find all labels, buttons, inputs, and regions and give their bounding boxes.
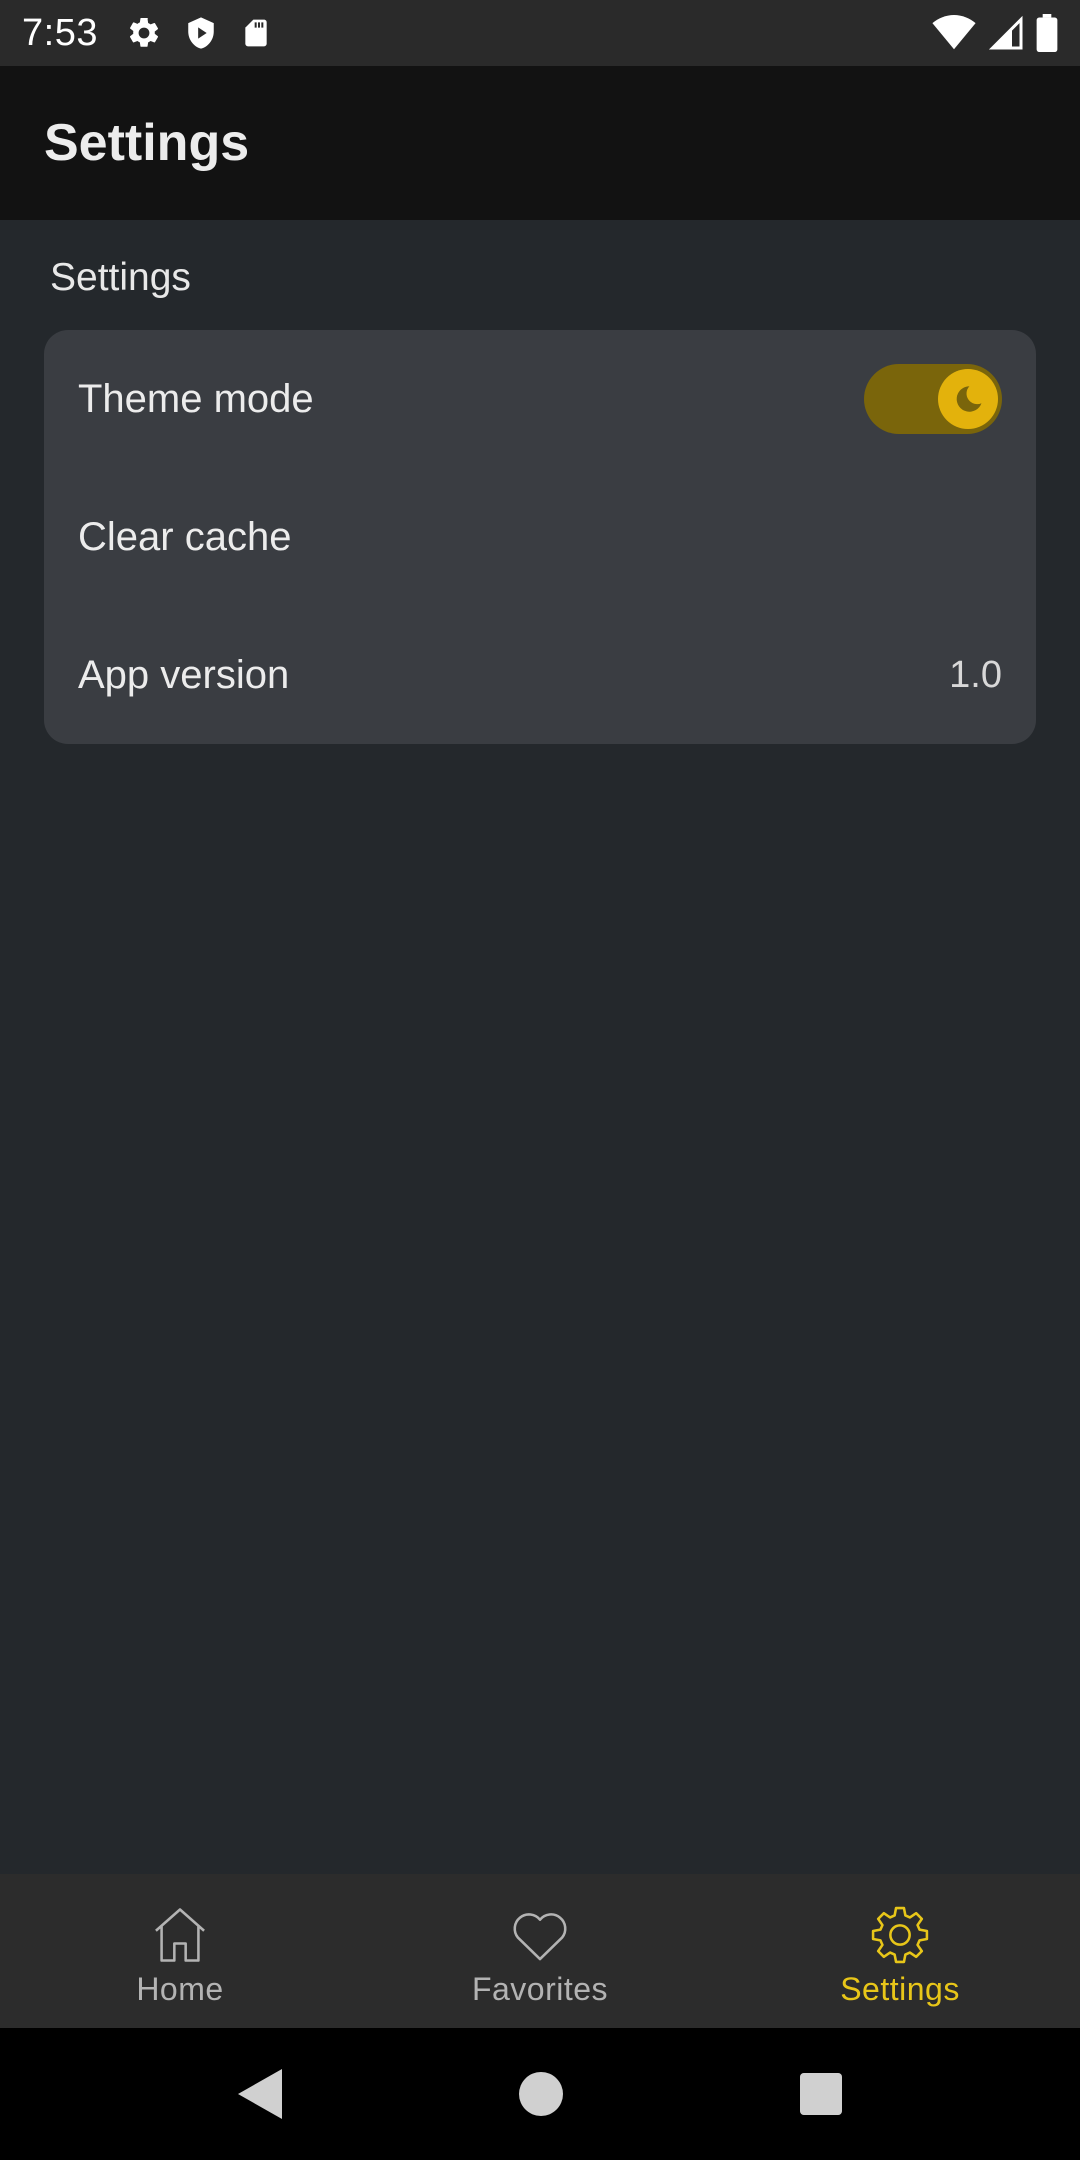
gear-icon <box>866 1901 934 1969</box>
status-time: 7:53 <box>22 11 98 54</box>
battery-icon <box>1036 14 1058 52</box>
app-bar: Settings <box>0 66 1080 220</box>
recents-icon[interactable] <box>799 2073 842 2115</box>
page-title: Settings <box>44 114 250 172</box>
nav-label-settings: Settings <box>840 1970 960 2007</box>
home-circle-icon[interactable] <box>518 2072 563 2116</box>
back-icon[interactable] <box>238 2069 283 2119</box>
nav-label-home: Home <box>136 1970 224 2007</box>
settings-row-clear-cache[interactable]: Clear cache <box>44 468 1036 606</box>
settings-content: Settings Theme mode Clear cache App vers… <box>0 220 1080 1874</box>
wifi-icon <box>932 15 976 51</box>
cell-signal-icon <box>988 15 1024 51</box>
nav-item-favorites[interactable]: Favorites <box>360 1874 720 2028</box>
nav-label-favorites: Favorites <box>471 1970 609 2007</box>
shield-icon <box>184 15 218 51</box>
settings-row-app-version: App version 1.0 <box>44 606 1036 744</box>
bottom-nav: Home Favorites Settings <box>0 1874 1080 2028</box>
nav-item-home[interactable]: Home <box>0 1874 360 2028</box>
theme-mode-toggle[interactable] <box>864 364 1002 434</box>
status-icons-left <box>126 15 272 51</box>
sd-card-icon <box>240 15 272 51</box>
toggle-knob <box>938 369 998 429</box>
section-title: Settings <box>50 256 191 299</box>
home-icon <box>146 1901 214 1969</box>
status-icons-right <box>932 14 1058 52</box>
settings-card: Theme mode Clear cache App version 1.0 <box>44 330 1036 744</box>
app-version-value: 1.0 <box>949 653 1002 696</box>
app-version-label: App version <box>78 652 290 697</box>
gear-icon <box>126 15 162 51</box>
status-bar: 7:53 <box>0 0 1080 66</box>
nav-item-settings[interactable]: Settings <box>720 1874 1080 2028</box>
moon-icon <box>951 382 985 416</box>
system-nav-bar <box>0 2028 1080 2160</box>
theme-mode-label: Theme mode <box>78 376 314 421</box>
settings-row-theme-mode[interactable]: Theme mode <box>44 330 1036 468</box>
clear-cache-label: Clear cache <box>78 514 292 559</box>
heart-icon <box>506 1901 574 1969</box>
